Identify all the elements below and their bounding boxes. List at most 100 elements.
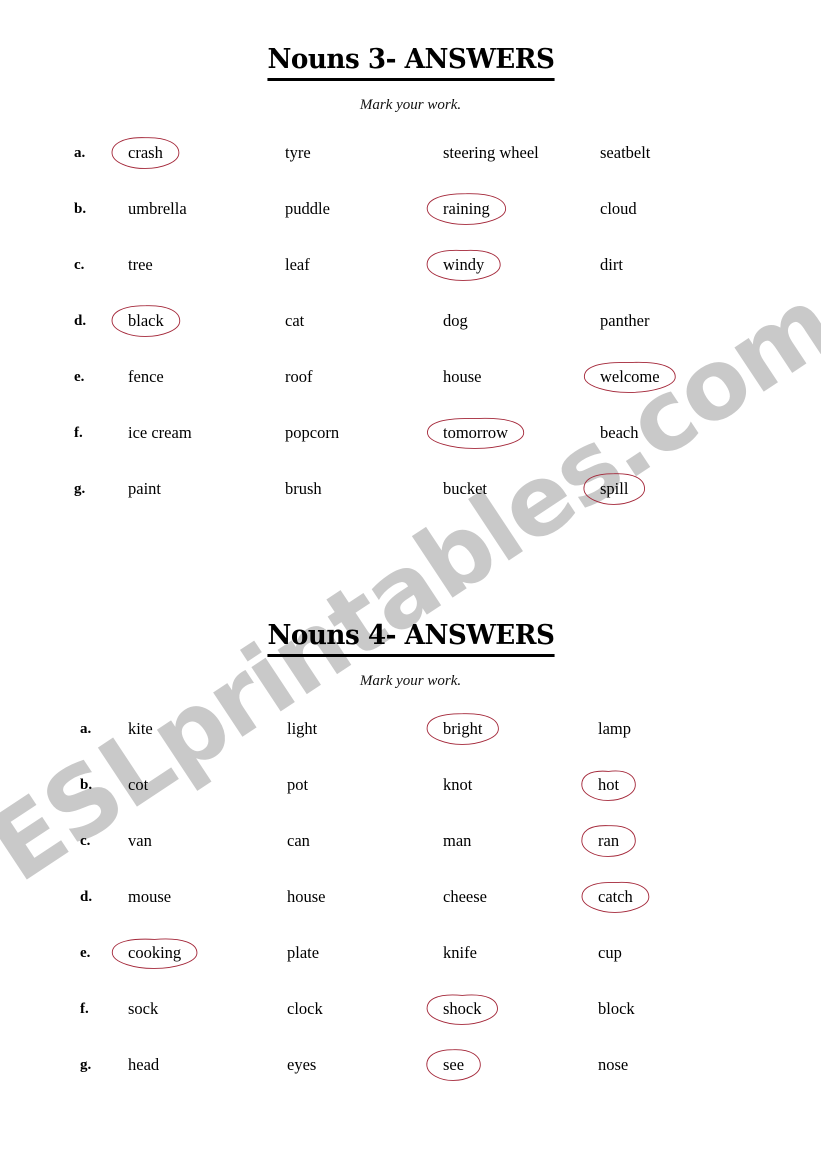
word-text: van [128,831,152,850]
word-option[interactable]: paint [128,476,161,502]
word-option-circled-answer[interactable]: catch [598,884,633,910]
answer-row: g. head eyes see nose [0,1052,821,1108]
word-text: cloud [600,199,637,218]
word-option-circled-answer[interactable]: shock [443,996,482,1022]
section-title: Nouns 4- ANSWERS [0,620,821,657]
word-option[interactable]: umbrella [128,196,187,222]
row-label: d. [74,313,87,329]
word-option[interactable]: can [287,828,310,854]
word-text: crash [128,143,163,162]
word-text: cat [285,311,305,330]
answer-row: a. crash tyre steering wheel seatbelt [0,140,821,196]
word-option[interactable]: bucket [443,476,487,502]
word-option-circled-answer[interactable]: tomorrow [443,420,508,446]
word-text: shock [443,999,482,1018]
word-option[interactable]: knife [443,940,477,966]
word-option-circled-answer[interactable]: crash [128,140,163,166]
word-option-circled-answer[interactable]: windy [443,252,484,278]
word-option[interactable]: panther [600,308,649,334]
section-subtitle: Mark your work. [359,673,462,689]
word-option[interactable]: leaf [285,252,310,278]
worksheet-section-nouns-3: Nouns 3- ANSWERS Mark your work. a. crash… [0,44,821,532]
word-option[interactable]: dog [443,308,468,334]
word-text: can [287,831,310,850]
row-label: f. [74,425,83,441]
word-option[interactable]: tyre [285,140,311,166]
word-option[interactable]: block [598,996,635,1022]
word-text: house [443,367,482,386]
word-option[interactable]: roof [285,364,313,390]
word-text: ice cream [128,423,192,442]
word-option[interactable]: house [287,884,326,910]
word-option[interactable]: house [443,364,482,390]
word-text: puddle [285,199,330,218]
row-label: e. [80,945,91,961]
word-text: tyre [285,143,311,162]
word-option[interactable]: mouse [128,884,171,910]
word-text: catch [598,887,633,906]
word-option-circled-answer[interactable]: see [443,1052,464,1078]
word-text: head [128,1055,160,1074]
word-text: bucket [443,479,487,498]
answer-row: d. mouse house cheese catch [0,884,821,940]
word-option[interactable]: eyes [287,1052,316,1078]
word-option[interactable]: van [128,828,152,854]
word-option[interactable]: cot [128,772,148,798]
word-option[interactable]: light [287,716,317,742]
answer-row: e. cooking plate knife cup [0,940,821,996]
section-title: Nouns 3- ANSWERS [0,44,821,81]
answer-row: g. paint brush bucket spill [0,476,821,532]
word-option[interactable]: clock [287,996,323,1022]
word-option-circled-answer[interactable]: black [128,308,164,334]
word-text: beach [600,423,639,442]
word-option[interactable]: nose [598,1052,628,1078]
word-option[interactable]: seatbelt [600,140,650,166]
word-option[interactable]: steering wheel [443,140,539,166]
word-option[interactable]: dirt [600,252,623,278]
word-text: paint [128,479,161,498]
answer-rows: a. kite light bright lamp b. cot pot knot hot c. va… [0,716,821,1108]
word-option-circled-answer[interactable]: raining [443,196,490,222]
word-option[interactable]: puddle [285,196,330,222]
word-option-circled-answer[interactable]: bright [443,716,482,742]
row-label: a. [74,145,86,161]
word-option-circled-answer[interactable]: spill [600,476,628,502]
word-option[interactable]: cloud [600,196,637,222]
answer-rows: a. crash tyre steering wheel seatbelt b. umbre… [0,140,821,532]
word-text: pot [287,775,309,794]
word-option-circled-answer[interactable]: welcome [600,364,660,390]
word-option[interactable]: ice cream [128,420,192,446]
word-option[interactable]: cat [285,308,304,334]
word-option[interactable]: popcorn [285,420,339,446]
word-option[interactable]: lamp [598,716,631,742]
word-option[interactable]: sock [128,996,158,1022]
word-text: bright [443,719,483,738]
word-text: cheese [443,887,487,906]
word-text: roof [285,367,313,386]
word-option[interactable]: plate [287,940,319,966]
word-text: dirt [600,255,623,274]
word-text: man [443,831,472,850]
word-text: popcorn [285,423,340,442]
word-option-circled-answer[interactable]: ran [598,828,619,854]
word-text: steering wheel [443,143,539,162]
word-option[interactable]: pot [287,772,308,798]
word-text: leaf [285,255,310,274]
word-option[interactable]: tree [128,252,153,278]
word-option[interactable]: cup [598,940,622,966]
word-option-circled-answer[interactable]: cooking [128,940,181,966]
word-option[interactable]: brush [285,476,322,502]
word-text: welcome [600,367,660,386]
answer-row: d. black cat dog panther [0,308,821,364]
word-option-circled-answer[interactable]: hot [598,772,619,798]
word-option[interactable]: man [443,828,471,854]
word-option[interactable]: cheese [443,884,487,910]
answer-row: e. fence roof house welcome [0,364,821,420]
word-option[interactable]: kite [128,716,153,742]
row-label: c. [80,833,91,849]
word-option[interactable]: fence [128,364,164,390]
word-option[interactable]: knot [443,772,472,798]
word-option[interactable]: beach [600,420,638,446]
word-text: dog [443,311,468,330]
word-option[interactable]: head [128,1052,159,1078]
